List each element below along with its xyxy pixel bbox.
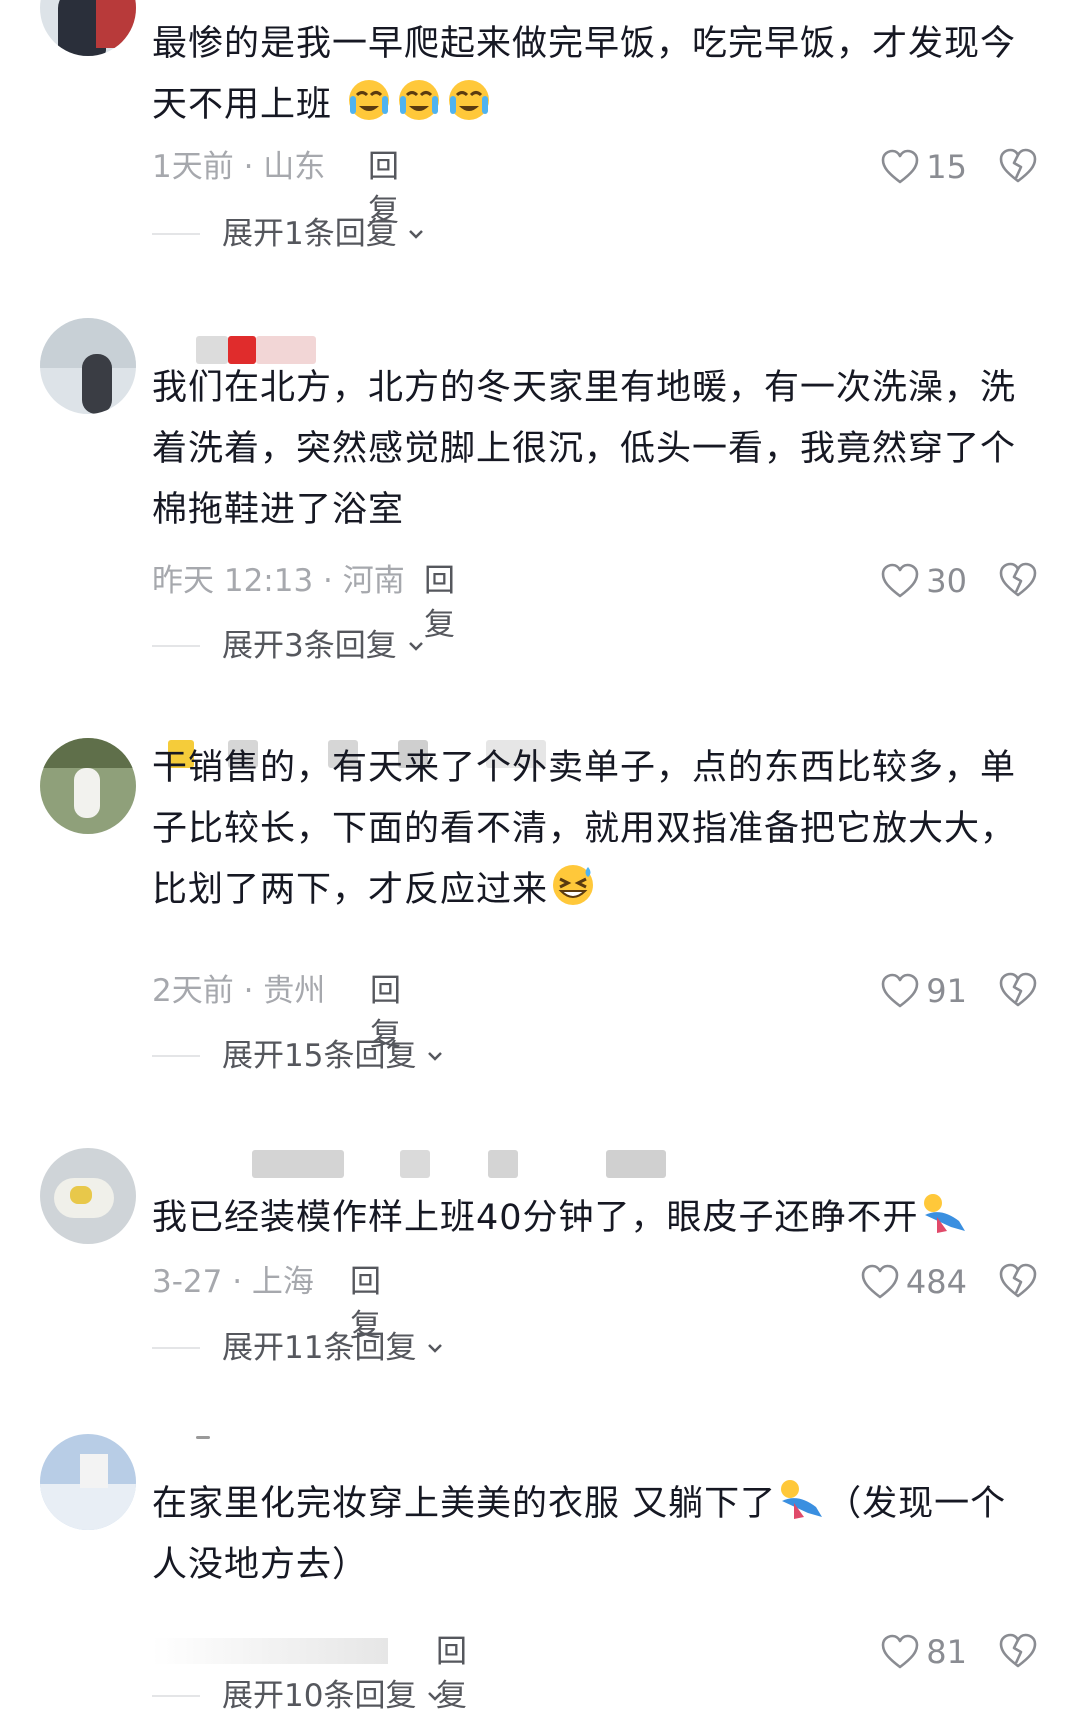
heart-icon xyxy=(861,1264,899,1299)
expand-replies[interactable]: 展开15条回复 xyxy=(152,1036,446,1076)
comment-meta: 1天前 · 山东 回复 xyxy=(152,145,399,229)
like-count: 30 xyxy=(926,562,967,600)
comment-text: 最惨的是我一早爬起来做完早饭，吃完早饭，才发现今天不用上班 xyxy=(152,24,1017,125)
like-button[interactable]: 15 xyxy=(880,145,967,189)
avatar[interactable] xyxy=(40,0,136,56)
divider xyxy=(152,1055,200,1057)
divider xyxy=(152,1695,200,1697)
crying-face-emoji xyxy=(399,80,440,120)
chevron-down-icon xyxy=(428,1344,443,1353)
divider xyxy=(152,1347,200,1349)
broken-heart-icon[interactable] xyxy=(998,560,1038,600)
chevron-down-icon xyxy=(408,642,423,651)
meta-blurred xyxy=(152,1638,388,1664)
divider xyxy=(152,645,200,647)
like-count: 15 xyxy=(926,148,967,186)
heart-icon xyxy=(881,973,919,1008)
crying-face-emoji xyxy=(449,80,490,120)
avatar[interactable] xyxy=(40,1434,136,1530)
like-button[interactable]: 91 xyxy=(880,969,967,1013)
expand-replies[interactable]: 展开1条回复 xyxy=(152,214,427,254)
reply-button[interactable]: 回复 xyxy=(424,559,455,647)
avatar[interactable] xyxy=(40,738,136,834)
broken-heart-icon[interactable] xyxy=(998,146,1038,186)
laughing-sweat-emoji xyxy=(553,865,594,905)
like-count: 484 xyxy=(905,1263,967,1301)
crying-face-emoji xyxy=(349,80,390,120)
chevron-down-icon xyxy=(428,1052,443,1061)
lying-down-emoji xyxy=(781,1480,823,1519)
like-button[interactable]: 30 xyxy=(880,559,967,603)
broken-heart-icon[interactable] xyxy=(998,1261,1038,1301)
comment-text: 我已经装模作样上班40分钟了，眼皮子还睁不开 xyxy=(152,1188,1037,1249)
like-button[interactable]: 81 xyxy=(880,1630,967,1674)
divider xyxy=(152,233,200,235)
like-count: 81 xyxy=(926,1633,967,1671)
chevron-down-icon xyxy=(428,1692,443,1701)
lying-down-emoji xyxy=(923,1194,965,1233)
comment-meta: 昨天 12:13 · 河南 回复 xyxy=(152,559,455,643)
heart-icon xyxy=(881,563,919,598)
chevron-down-icon xyxy=(408,230,423,239)
comment-meta: 3-27 · 上海 回复 xyxy=(152,1260,381,1344)
comment-meta: 2天前 · 贵州 回复 xyxy=(152,969,401,1053)
heart-icon xyxy=(881,1634,919,1669)
broken-heart-icon[interactable] xyxy=(998,1631,1038,1671)
avatar[interactable] xyxy=(40,1148,136,1244)
broken-heart-icon[interactable] xyxy=(998,970,1038,1010)
heart-icon xyxy=(881,149,919,184)
comment-text: 在家里化完妆穿上美美的衣服 又躺下了 （发现一个人没地方去） xyxy=(152,1474,1037,1596)
like-button[interactable]: 484 xyxy=(860,1260,967,1304)
comment-text: 我们在北方，北方的冬天家里有地暖，有一次洗澡，洗着洗着，突然感觉脚上很沉，低头一… xyxy=(152,368,1017,530)
avatar[interactable] xyxy=(40,318,136,414)
expand-replies[interactable]: 展开10条回复 xyxy=(152,1676,446,1716)
expand-replies[interactable]: 展开11条回复 xyxy=(152,1328,446,1368)
expand-replies[interactable]: 展开3条回复 xyxy=(152,626,427,666)
comment-text: 干销售的，有天来了个外卖单子，点的东西比较多，单子比较长，下面的看不清，就用双指… xyxy=(152,748,1017,910)
like-count: 91 xyxy=(926,972,967,1010)
